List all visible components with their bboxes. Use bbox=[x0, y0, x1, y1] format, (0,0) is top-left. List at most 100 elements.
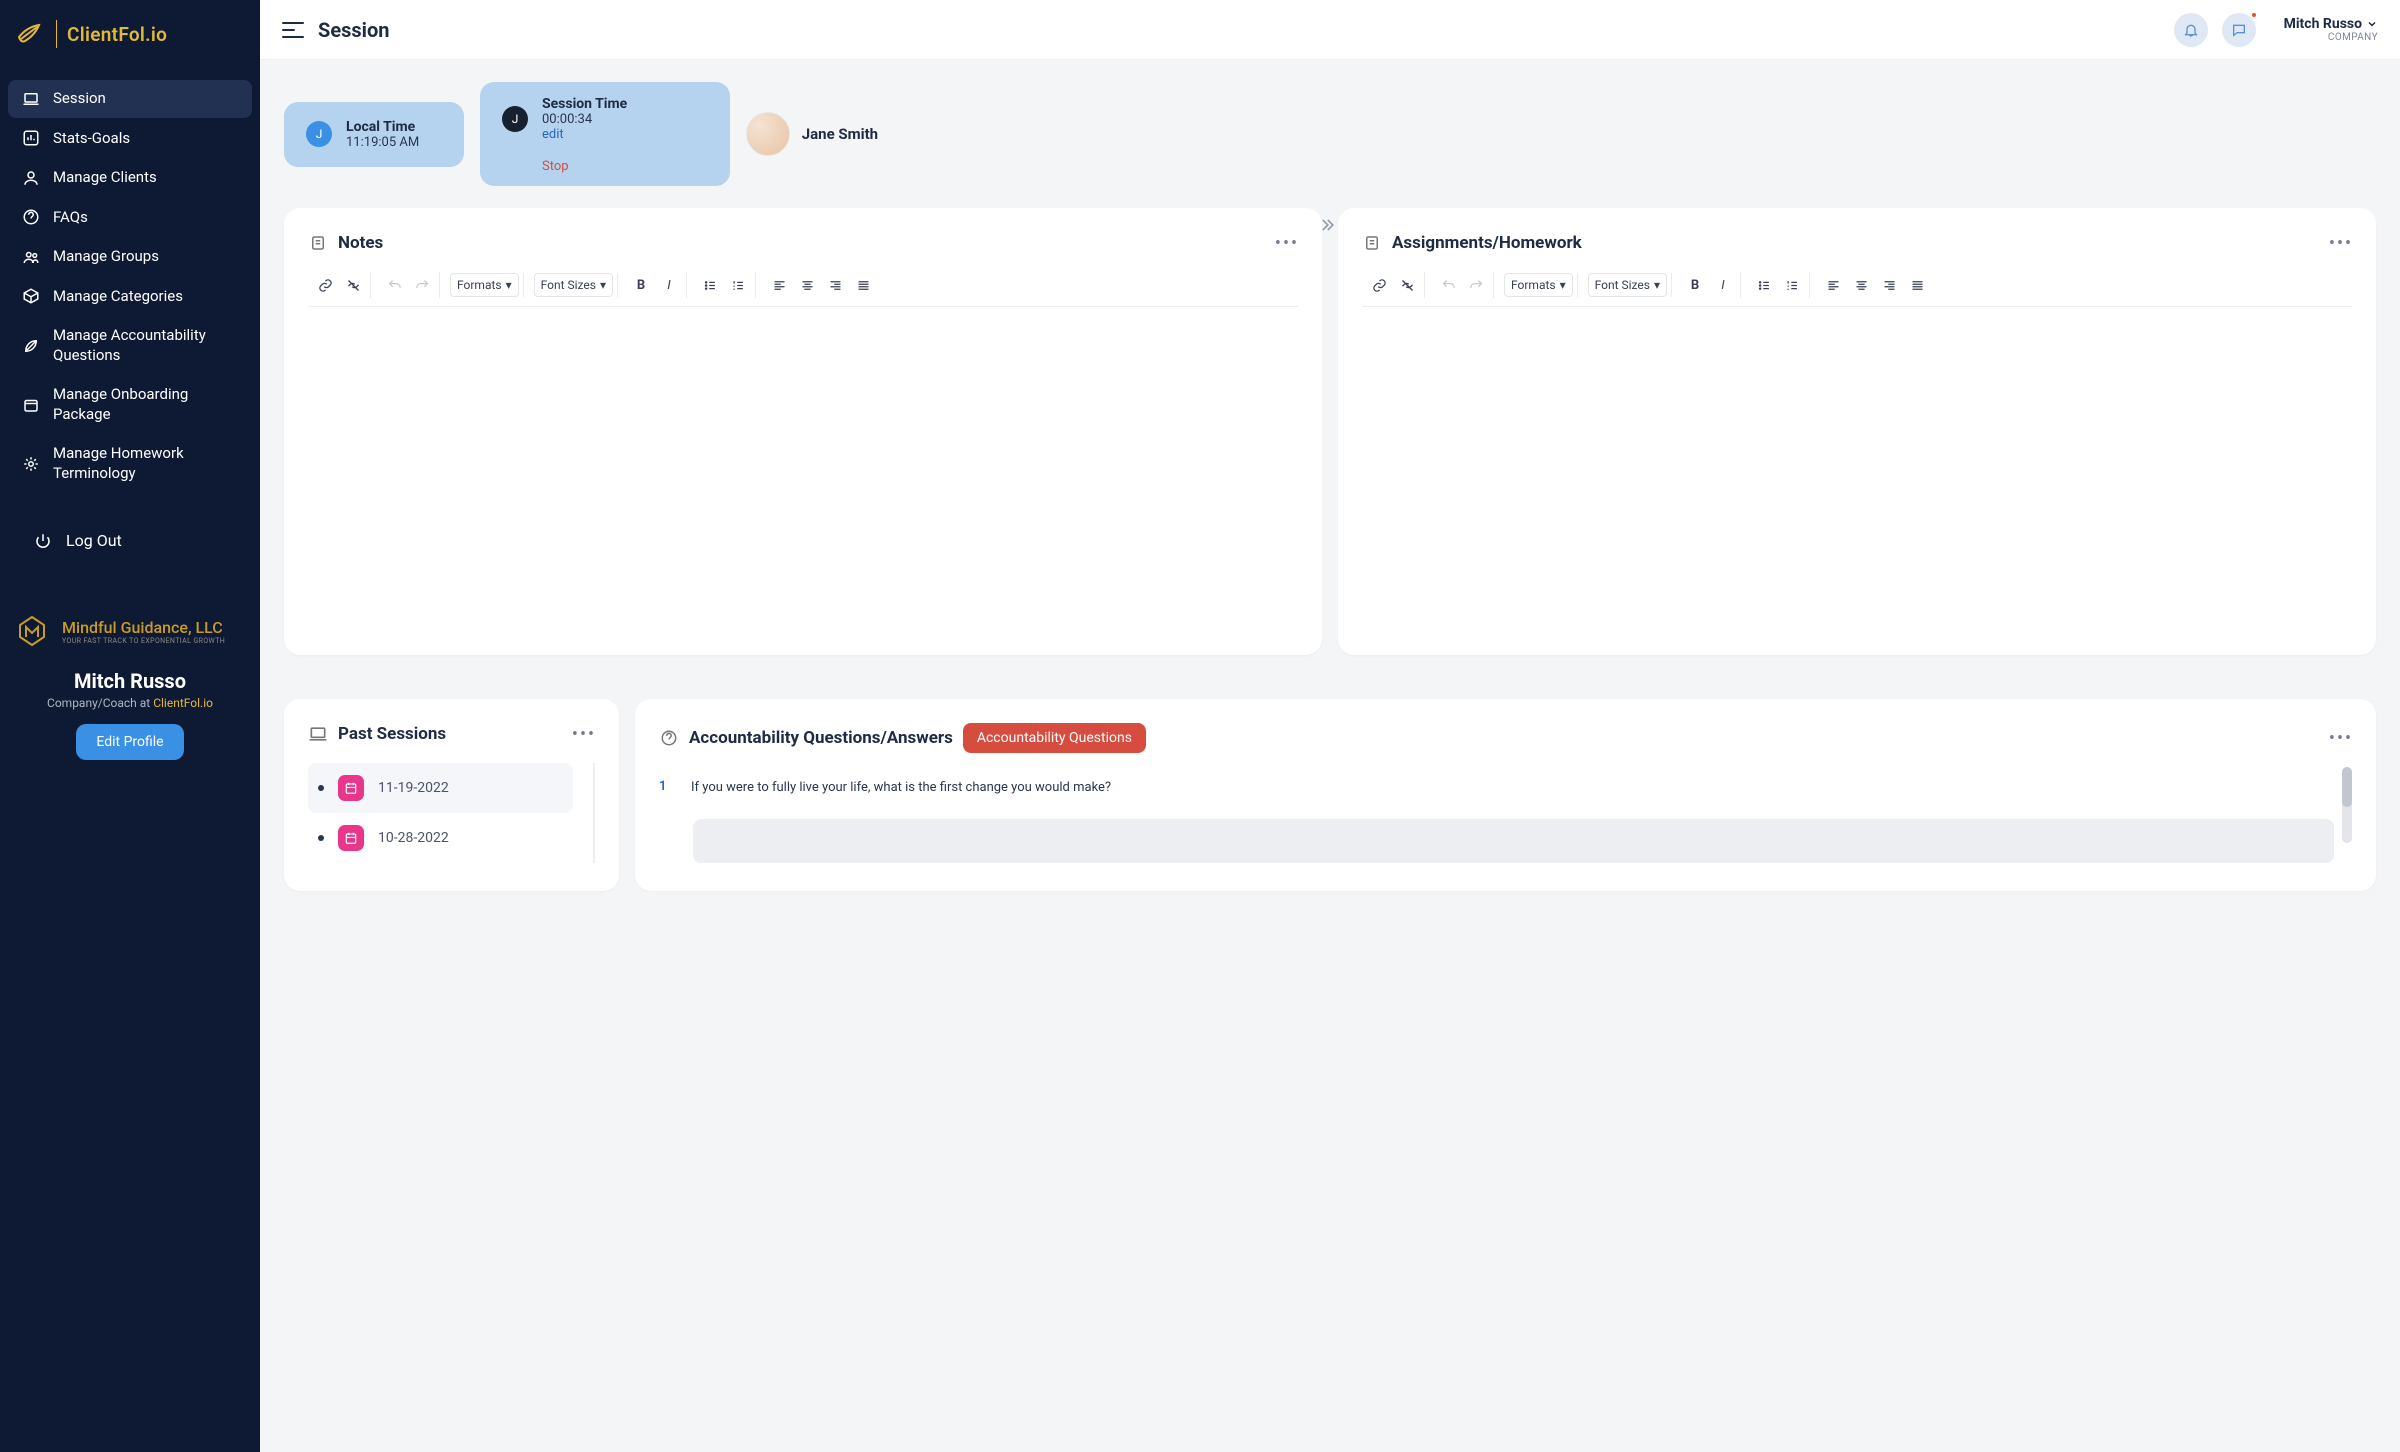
assignments-title: Assignments/Homework bbox=[1392, 233, 2320, 253]
logout-button[interactable]: Log Out bbox=[8, 522, 252, 559]
chevron-down-icon bbox=[2366, 18, 2378, 30]
chart-icon bbox=[22, 129, 40, 147]
messages-button[interactable] bbox=[2222, 13, 2256, 47]
redo-button[interactable] bbox=[1463, 272, 1489, 298]
assignments-toolbar: Formats ▾ Font Sizes ▾ B I bbox=[1362, 272, 2352, 307]
question-number: 1 bbox=[659, 779, 673, 794]
edit-profile-button[interactable]: Edit Profile bbox=[76, 724, 183, 760]
answer-input[interactable] bbox=[693, 819, 2334, 863]
sidebar-item-categories[interactable]: Manage Categories bbox=[8, 278, 252, 316]
fontsizes-select[interactable]: Font Sizes ▾ bbox=[1588, 273, 1667, 297]
laptop-icon bbox=[22, 90, 40, 108]
sidebar: ClientFol.io Session Stats-Goals Manage … bbox=[0, 0, 260, 1452]
bullet-list-button[interactable] bbox=[697, 272, 723, 298]
session-time-card: J Session Time 00:00:34 edit Stop bbox=[480, 82, 730, 186]
bullet-icon bbox=[318, 785, 324, 791]
notifications-button[interactable] bbox=[2174, 13, 2208, 47]
bold-button[interactable]: B bbox=[1682, 272, 1708, 298]
calendar-icon bbox=[338, 775, 364, 801]
formats-select[interactable]: Formats ▾ bbox=[450, 273, 519, 297]
undo-button[interactable] bbox=[1435, 272, 1461, 298]
local-time-value: 11:19:05 AM bbox=[346, 135, 419, 150]
sidebar-item-label: Manage Categories bbox=[53, 287, 183, 307]
past-session-date: 10-28-2022 bbox=[378, 830, 449, 846]
fontsizes-select[interactable]: Font Sizes ▾ bbox=[534, 273, 613, 297]
redo-button[interactable] bbox=[409, 272, 435, 298]
align-right-button[interactable] bbox=[822, 272, 848, 298]
align-right-button[interactable] bbox=[1876, 272, 1902, 298]
sidebar-item-session[interactable]: Session bbox=[8, 80, 252, 118]
bold-button[interactable]: B bbox=[628, 272, 654, 298]
notes-panel: Notes ••• Formats ▾ bbox=[284, 208, 1322, 655]
accountability-panel: Accountability Questions/Answers Account… bbox=[635, 699, 2376, 891]
logo-icon bbox=[14, 18, 46, 50]
sidebar-item-faqs[interactable]: FAQs bbox=[8, 199, 252, 237]
past-session-item[interactable]: 11-19-2022 bbox=[308, 763, 573, 813]
sidebar-item-groups[interactable]: Manage Groups bbox=[8, 238, 252, 276]
past-session-date: 11-19-2022 bbox=[378, 780, 449, 796]
scrollbar[interactable] bbox=[2342, 767, 2352, 843]
collapse-panel-button[interactable] bbox=[1316, 214, 1338, 236]
past-sessions-title: Past Sessions bbox=[338, 724, 563, 744]
assignments-editor[interactable] bbox=[1362, 307, 2352, 627]
numbered-list-button[interactable] bbox=[1779, 272, 1805, 298]
chat-icon bbox=[2231, 22, 2247, 38]
italic-button[interactable]: I bbox=[1710, 272, 1736, 298]
menu-toggle-button[interactable] bbox=[282, 22, 304, 38]
page-title: Session bbox=[318, 18, 389, 42]
session-time-value: 00:00:34 bbox=[542, 112, 627, 127]
main-area: Session Mitch Russo COMPANY J bbox=[260, 0, 2400, 1452]
sidebar-item-accountability[interactable]: Manage Accountability Questions bbox=[8, 317, 252, 374]
status-row: J Local Time 11:19:05 AM J Session Time … bbox=[284, 82, 2376, 186]
logo-text: ClientFol.io bbox=[67, 23, 167, 46]
align-center-button[interactable] bbox=[1848, 272, 1874, 298]
undo-button[interactable] bbox=[381, 272, 407, 298]
assignments-panel: Assignments/Homework ••• Fo bbox=[1338, 208, 2376, 655]
unlink-button[interactable] bbox=[1394, 272, 1420, 298]
link-button[interactable] bbox=[1366, 272, 1392, 298]
question-circle-icon bbox=[659, 728, 679, 748]
profile-company: COMPANY bbox=[2328, 32, 2378, 43]
sidebar-item-stats[interactable]: Stats-Goals bbox=[8, 120, 252, 158]
sidebar-item-onboarding[interactable]: Manage Onboarding Package bbox=[8, 376, 252, 433]
edit-session-link[interactable]: edit bbox=[542, 127, 627, 142]
company-logo-icon bbox=[12, 611, 52, 651]
numbered-list-button[interactable] bbox=[725, 272, 751, 298]
sidebar-item-label: FAQs bbox=[53, 208, 88, 228]
link-button[interactable] bbox=[312, 272, 338, 298]
note-icon bbox=[308, 233, 328, 253]
align-left-button[interactable] bbox=[1820, 272, 1846, 298]
assignments-menu-button[interactable]: ••• bbox=[2330, 232, 2352, 254]
align-justify-button[interactable] bbox=[850, 272, 876, 298]
accountability-questions-button[interactable]: Accountability Questions bbox=[963, 723, 1146, 753]
stop-session-button[interactable]: Stop bbox=[542, 159, 708, 174]
align-justify-button[interactable] bbox=[1904, 272, 1930, 298]
past-session-item[interactable]: 10-28-2022 bbox=[308, 813, 573, 863]
profile-name: Mitch Russo bbox=[2284, 16, 2362, 32]
unlink-button[interactable] bbox=[340, 272, 366, 298]
sidebar-item-clients[interactable]: Manage Clients bbox=[8, 159, 252, 197]
past-sessions-menu-button[interactable]: ••• bbox=[573, 723, 595, 745]
sidebar-item-label: Manage Onboarding Package bbox=[53, 385, 238, 424]
align-center-button[interactable] bbox=[794, 272, 820, 298]
italic-button[interactable]: I bbox=[656, 272, 682, 298]
user-icon bbox=[22, 169, 40, 187]
users-icon bbox=[22, 248, 40, 266]
notes-title: Notes bbox=[338, 233, 1266, 253]
brand-logo[interactable]: ClientFol.io bbox=[0, 0, 260, 74]
align-left-button[interactable] bbox=[766, 272, 792, 298]
topbar: Session Mitch Russo COMPANY bbox=[260, 0, 2400, 60]
assignment-icon bbox=[1362, 233, 1382, 253]
sidebar-nav: Session Stats-Goals Manage Clients FAQs … bbox=[0, 74, 260, 498]
client-block[interactable]: Jane Smith bbox=[746, 112, 878, 156]
profile-dropdown[interactable]: Mitch Russo COMPANY bbox=[2284, 16, 2378, 43]
notes-editor[interactable] bbox=[308, 307, 1298, 627]
notes-menu-button[interactable]: ••• bbox=[1276, 232, 1298, 254]
sidebar-item-terminology[interactable]: Manage Homework Terminology bbox=[8, 435, 252, 492]
formats-select[interactable]: Formats ▾ bbox=[1504, 273, 1573, 297]
power-icon bbox=[34, 532, 52, 550]
sessions-icon bbox=[308, 724, 328, 744]
bullet-list-button[interactable] bbox=[1751, 272, 1777, 298]
accountability-menu-button[interactable]: ••• bbox=[2330, 727, 2352, 749]
logo-divider bbox=[56, 20, 57, 48]
